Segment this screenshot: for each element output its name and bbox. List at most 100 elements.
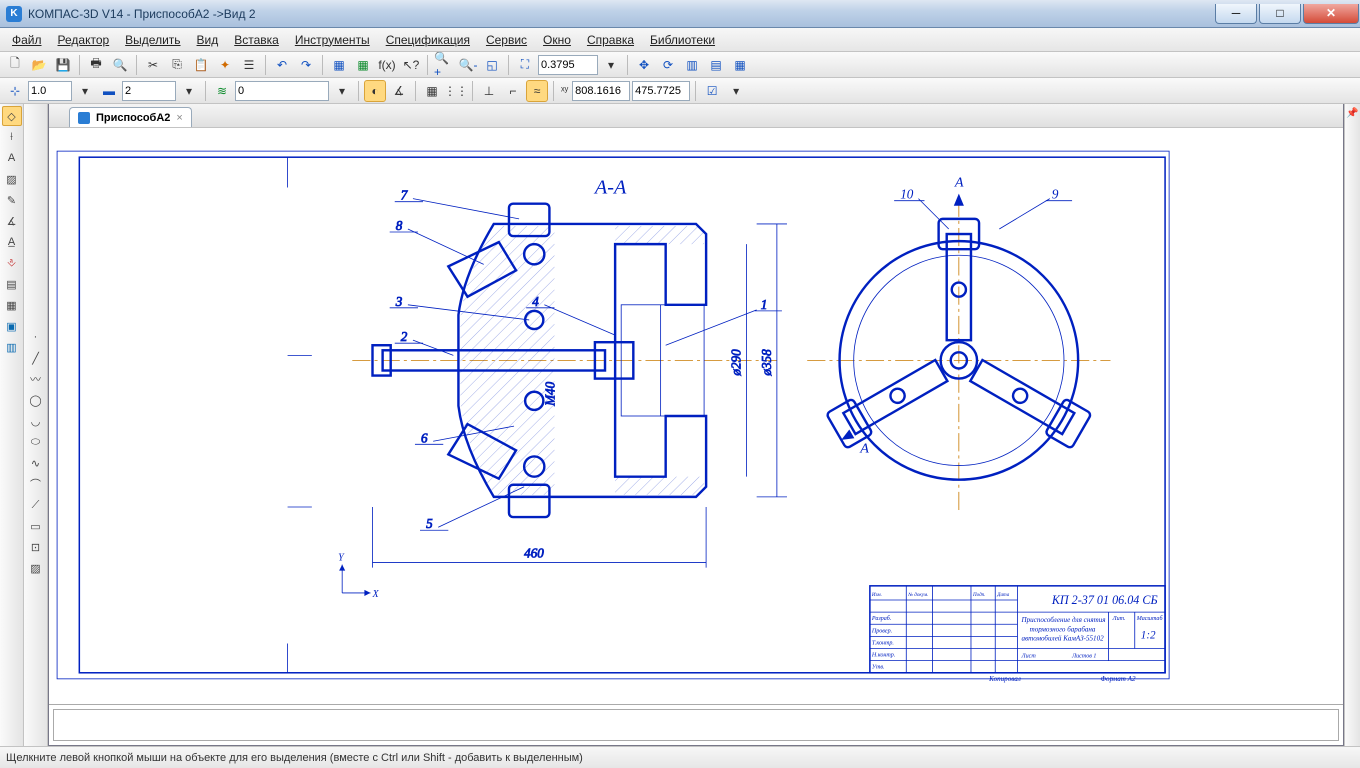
step-input[interactable] (28, 81, 72, 101)
measure-tool-icon[interactable]: A̲ (2, 232, 22, 252)
svg-text:ø358: ø358 (759, 349, 774, 377)
snap-angle-button[interactable]: ∡ (388, 80, 410, 102)
ortho2-button[interactable]: ⌐ (502, 80, 524, 102)
hatch-tool-icon[interactable]: ▨ (2, 169, 22, 189)
chamfer-icon[interactable]: ⟋ (26, 495, 46, 515)
tab-close-button[interactable]: × (176, 112, 182, 124)
window-maximize-button[interactable]: □ (1259, 4, 1301, 24)
coord-xy-label: ˣʸ (561, 85, 568, 97)
paste-button[interactable]: 📋 (190, 54, 212, 76)
pin-icon[interactable]: 📌 (1346, 108, 1358, 119)
coord-x-input[interactable] (572, 81, 630, 101)
window-minimize-button[interactable]: ─ (1215, 4, 1257, 24)
properties-button[interactable]: ☰ (238, 54, 260, 76)
menu-file[interactable]: Файл (4, 30, 50, 50)
edit-tool-icon[interactable]: ✎ (2, 190, 22, 210)
layer-input[interactable] (235, 81, 329, 101)
menu-view[interactable]: Вид (189, 30, 227, 50)
menu-edit[interactable]: Редактор (50, 30, 118, 50)
snap-button[interactable]: ⊹ (4, 80, 26, 102)
menu-window[interactable]: Окно (535, 30, 579, 50)
command-line[interactable] (53, 709, 1339, 741)
collect-icon[interactable]: ⊡ (26, 537, 46, 557)
redo-button[interactable]: ↷ (295, 54, 317, 76)
undo-button[interactable]: ↶ (271, 54, 293, 76)
pan-button[interactable]: ✥ (633, 54, 655, 76)
menu-insert[interactable]: Вставка (226, 30, 287, 50)
zoom-input[interactable] (538, 55, 598, 75)
fillet-icon[interactable]: ⌒ (26, 474, 46, 494)
menu-libs[interactable]: Библиотеки (642, 30, 723, 50)
toolbar-standard: 🗋 📂 💾 🖶 🔍 ✂ ⎘ 📋 ✦ ☰ ↶ ↷ ▦ ▦ f(x) ↖? 🔍+ 🔍… (0, 52, 1360, 78)
copy-button[interactable]: ⎘ (166, 54, 188, 76)
save-button[interactable]: 💾 (52, 54, 74, 76)
ellipse-icon[interactable]: ⬭ (26, 432, 46, 452)
panel2-icon[interactable]: ▦ (352, 54, 374, 76)
zoom-out-button[interactable]: 🔍- (457, 54, 479, 76)
menu-help[interactable]: Справка (579, 30, 642, 50)
zoom-dropdown-button[interactable]: ▾ (600, 54, 622, 76)
perp-button[interactable]: ⊥ (478, 80, 500, 102)
window-title: КОМПАС-3D V14 - ПриспособА2 ->Вид 2 (28, 7, 256, 21)
view-panel1-icon[interactable]: ▥ (681, 54, 703, 76)
cut-button[interactable]: ✂ (142, 54, 164, 76)
svg-text:7: 7 (401, 188, 409, 203)
menu-tools[interactable]: Инструменты (287, 30, 378, 50)
text-tool-icon[interactable]: A (2, 148, 22, 168)
circle-icon[interactable]: ◯ (26, 390, 46, 410)
rebuild-button[interactable]: ⟳ (657, 54, 679, 76)
menu-spec[interactable]: Спецификация (378, 30, 478, 50)
snap-settings-button[interactable]: ▾ (725, 80, 747, 102)
drawing-canvas[interactable]: А-А (49, 128, 1343, 705)
spec-tool-icon[interactable]: ▤ (2, 274, 22, 294)
param-tool-icon[interactable]: ∡ (2, 211, 22, 231)
point-icon[interactable]: · (26, 327, 46, 347)
statusbar: Щелкните левой кнопкой мыши на объекте д… (0, 746, 1360, 768)
brush-icon[interactable]: ✦ (214, 54, 236, 76)
view-panel3-icon[interactable]: ▦ (729, 54, 751, 76)
zoom-window-button[interactable]: ◱ (481, 54, 503, 76)
dotgrid-button[interactable]: ⋮⋮ (445, 80, 467, 102)
step-dropdown[interactable]: ▾ (74, 80, 96, 102)
menu-select[interactable]: Выделить (117, 30, 188, 50)
geometry-tool-icon[interactable]: ◇ (2, 106, 22, 126)
arrow-help-icon[interactable]: ↖? (400, 54, 422, 76)
spline-icon[interactable]: ∿ (26, 453, 46, 473)
snap-toggle-button[interactable]: ☑ (701, 80, 723, 102)
svg-text:А: А (859, 440, 869, 456)
new-button[interactable]: 🗋 (4, 54, 26, 76)
fx-button[interactable]: f(x) (376, 54, 398, 76)
layer-icon[interactable]: ≋ (211, 80, 233, 102)
zoom-fit-button[interactable]: ⛶ (514, 54, 536, 76)
report-tool-icon[interactable]: ▦ (2, 295, 22, 315)
zoom-in-button[interactable]: 🔍+ (433, 54, 455, 76)
menu-service[interactable]: Сервис (478, 30, 535, 50)
print-button[interactable]: 🖶 (85, 54, 107, 76)
misc-tool-icon[interactable]: ▥ (2, 337, 22, 357)
dim-tool-icon[interactable]: ⟊ (2, 127, 22, 147)
ortho-button[interactable]: ◐ (364, 80, 386, 102)
style-icon[interactable]: ▬ (98, 80, 120, 102)
grid-button[interactable]: ▦ (421, 80, 443, 102)
svg-text:Лит.: Лит. (1112, 616, 1126, 622)
style-dropdown[interactable]: ▾ (178, 80, 200, 102)
window-close-button[interactable]: ✕ (1303, 4, 1359, 24)
coord-y-input[interactable] (632, 81, 690, 101)
view-panel2-icon[interactable]: ▤ (705, 54, 727, 76)
hatch2-icon[interactable]: ▨ (26, 558, 46, 578)
open-button[interactable]: 📂 (28, 54, 50, 76)
style-input[interactable] (122, 81, 176, 101)
arc-icon[interactable]: ◡ (26, 411, 46, 431)
layer-dropdown[interactable]: ▾ (331, 80, 353, 102)
svg-text:Разраб.: Разраб. (871, 615, 891, 622)
lib-tool-icon[interactable]: ▣ (2, 316, 22, 336)
line2-icon[interactable]: 〰 (26, 369, 46, 389)
round-button[interactable]: ≈ (526, 80, 548, 102)
select-tool-icon[interactable]: ⎀ (2, 253, 22, 273)
document-tab[interactable]: ПриспособА2 × (69, 107, 192, 127)
line-icon[interactable]: ╱ (26, 348, 46, 368)
panel1-icon[interactable]: ▦ (328, 54, 350, 76)
rect-icon[interactable]: ▭ (26, 516, 46, 536)
print-preview-button[interactable]: 🔍 (109, 54, 131, 76)
svg-text:А: А (954, 175, 964, 191)
